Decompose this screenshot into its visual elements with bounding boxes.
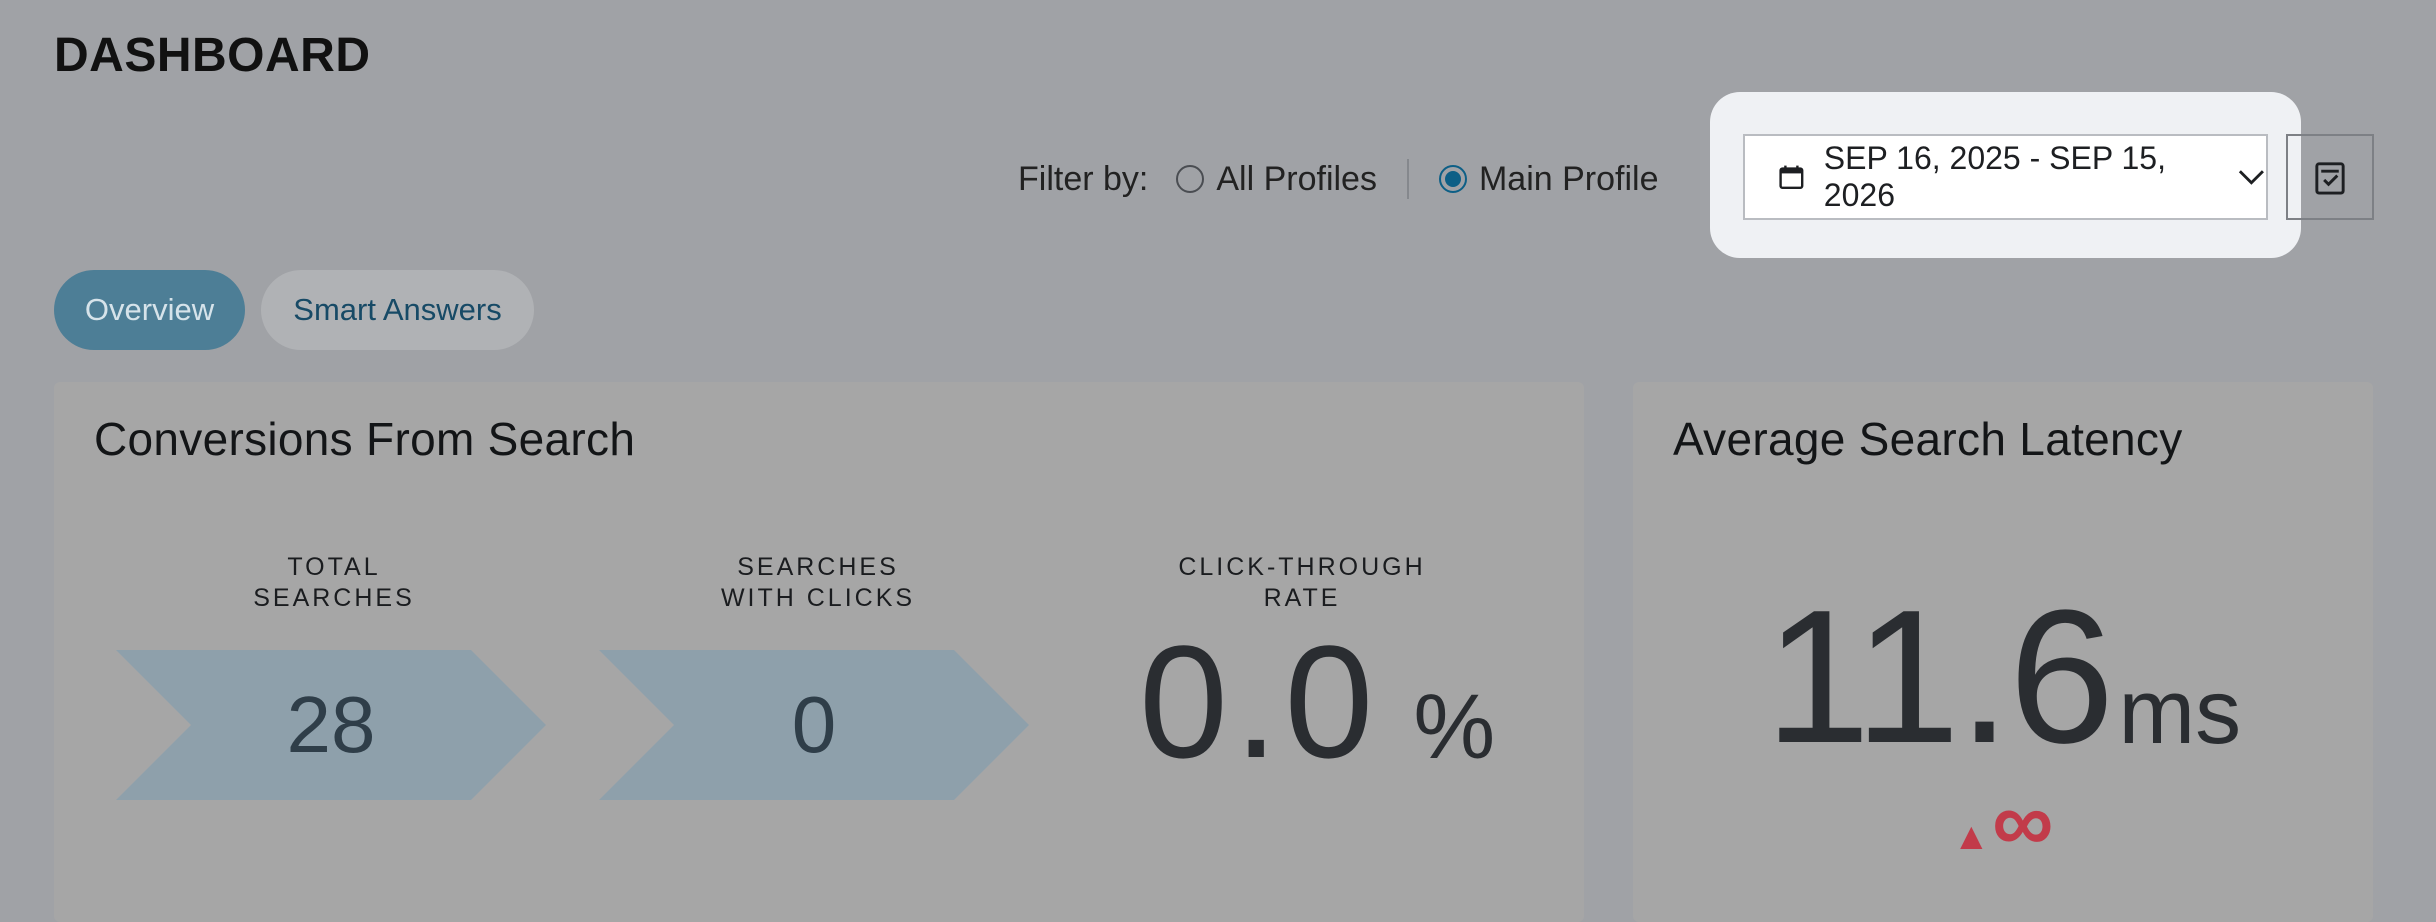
radio-label-main-profile: Main Profile: [1478, 159, 1659, 198]
total-searches-value: 28: [286, 680, 376, 769]
triangle-up-icon: ▲: [1952, 816, 1991, 858]
searches-with-clicks-label-line1: SEARCHES: [737, 553, 899, 581]
profile-filter: Filter by: All Profiles Main Profile: [1018, 154, 1658, 204]
total-searches-chevron: 28: [116, 650, 546, 800]
latency-value: 11.6: [1764, 571, 2115, 783]
clipboard-check-icon: [2315, 162, 2345, 195]
latency-change-value: ∞: [1992, 774, 2054, 870]
latency-change: ▲ ∞: [1633, 774, 2373, 870]
conversions-card: Conversions From Search TOTAL SEARCHES 2…: [54, 382, 1584, 922]
tab-overview[interactable]: Overview: [54, 270, 245, 350]
searches-with-clicks-value: 0: [791, 680, 837, 769]
page-title: DASHBOARD: [54, 29, 371, 82]
latency-card: Average Search Latency 11.6 ms ▲ ∞: [1633, 382, 2373, 922]
click-through-rate-label-line2: RATE: [1263, 584, 1341, 612]
latency-unit: ms: [2118, 661, 2242, 763]
radio-button-main-profile[interactable]: [1438, 165, 1467, 193]
tab-smart-answers[interactable]: Smart Answers: [261, 270, 534, 350]
conversions-card-title: Conversions From Search: [94, 413, 636, 465]
radio-main-profile[interactable]: Main Profile: [1438, 159, 1659, 199]
radio-button-all-profiles[interactable]: [1176, 165, 1205, 193]
calendar-icon: [1779, 165, 1804, 189]
latency-card-title: Average Search Latency: [1673, 413, 2183, 465]
date-range-text: SEP 16, 2025 - SEP 15, 2026: [1823, 140, 2166, 213]
radio-label-all-profiles: All Profiles: [1216, 159, 1377, 198]
export-button[interactable]: [2286, 134, 2374, 220]
filter-label: Filter by:: [1018, 159, 1149, 198]
latency-metric: 11.6 ms: [1633, 582, 2373, 772]
searches-with-clicks-label-line2: WITH CLICKS: [720, 584, 916, 612]
click-through-rate-label-line1: CLICK-THROUGH: [1178, 553, 1426, 581]
filter-divider: [1406, 159, 1409, 199]
chevron-down-icon: [2239, 170, 2265, 185]
radio-all-profiles[interactable]: All Profiles: [1176, 160, 1377, 199]
total-searches-label: TOTAL SEARCHES: [184, 552, 484, 614]
searches-with-clicks-label: SEARCHES WITH CLICKS: [668, 552, 968, 614]
click-through-rate-unit: %: [1413, 676, 1496, 778]
date-range-picker[interactable]: SEP 16, 2025 - SEP 15, 2026: [1743, 134, 2268, 220]
click-through-rate: 0.0 %: [1139, 622, 1495, 782]
total-searches-label-line2: SEARCHES: [253, 584, 415, 612]
total-searches-label-line1: TOTAL: [287, 553, 381, 581]
click-through-rate-label: CLICK-THROUGH RATE: [1152, 552, 1452, 614]
searches-with-clicks-chevron: 0: [599, 650, 1029, 800]
click-through-rate-value: 0.0: [1139, 612, 1380, 791]
